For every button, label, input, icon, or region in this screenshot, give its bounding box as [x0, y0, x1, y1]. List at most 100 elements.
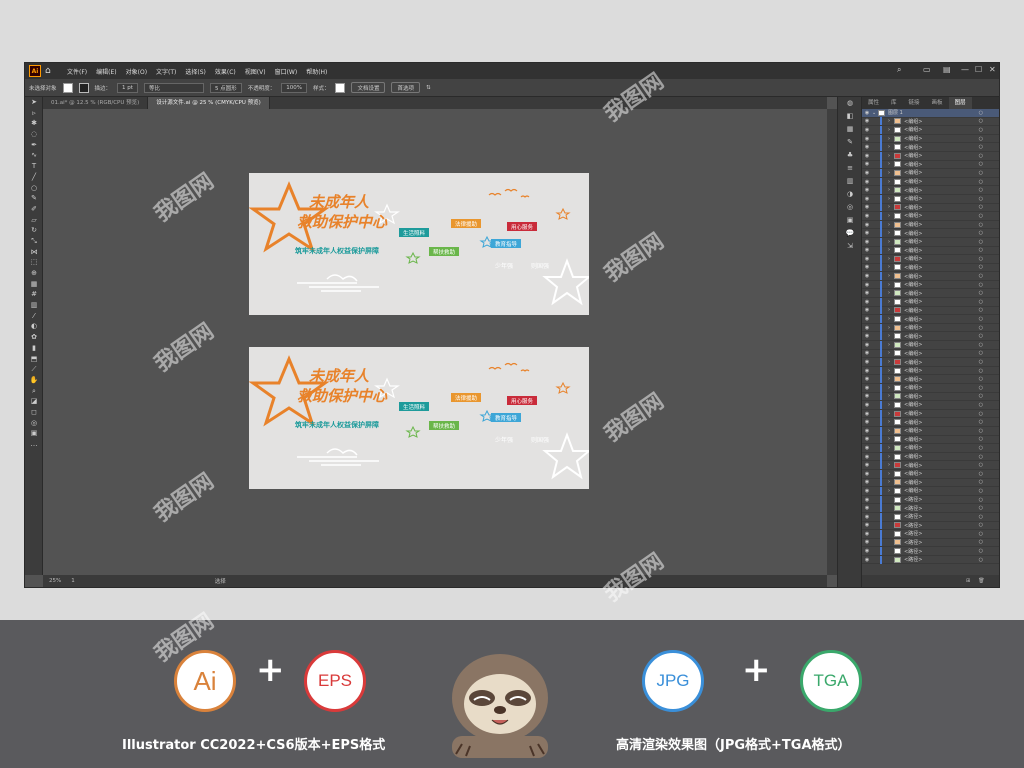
layer-row[interactable]: ◉ › <编组> ○ [862, 117, 999, 127]
canvas[interactable]: 未成年人 救助保护中心 筑牢未成年人权益保护屏障 生活照料 法律援助 用心服务 … [43, 109, 827, 575]
layer-row[interactable]: ◉ › <编组> ○ [862, 237, 999, 247]
visibility-eye-icon[interactable]: ◉ [862, 445, 872, 451]
layer-row[interactable]: ◉ › <编组> ○ [862, 469, 999, 479]
target-icon[interactable]: ○ [979, 419, 983, 425]
layer-row[interactable]: ◉ <路径> ○ [862, 555, 999, 565]
visibility-eye-icon[interactable]: ◉ [862, 436, 872, 442]
visibility-eye-icon[interactable]: ◉ [862, 264, 872, 270]
layer-row[interactable]: ◉ › <编组> ○ [862, 246, 999, 256]
layer-row[interactable]: ◉ <路径> ○ [862, 538, 999, 548]
mesh-tool-icon[interactable]: # [25, 289, 43, 300]
visibility-eye-icon[interactable]: ◉ [862, 471, 872, 477]
target-icon[interactable]: ○ [979, 462, 983, 468]
shape-builder-tool-icon[interactable]: ⊕ [25, 268, 43, 279]
visibility-eye-icon[interactable]: ◉ [862, 497, 872, 503]
target-icon[interactable]: ○ [979, 548, 983, 554]
visibility-eye-icon[interactable]: ◉ [862, 325, 872, 331]
layer-row[interactable]: ◉ › <编组> ○ [862, 297, 999, 307]
menu-file[interactable]: 文件(F) [67, 67, 87, 76]
slice-tool-icon[interactable]: ⟋ [25, 364, 43, 375]
tab-layers[interactable]: 图层 [948, 97, 972, 109]
layer-row[interactable]: ◉ › <编组> ○ [862, 349, 999, 359]
target-icon[interactable]: ○ [979, 290, 983, 296]
target-icon[interactable]: ○ [979, 161, 983, 167]
visibility-eye-icon[interactable]: ◉ [862, 273, 872, 279]
layer-row[interactable]: ◉ › <编组> ○ [862, 452, 999, 462]
layer-row[interactable]: ◉ › <编组> ○ [862, 280, 999, 290]
home-icon[interactable]: ⌂ [45, 66, 55, 76]
target-icon[interactable]: ○ [979, 522, 983, 528]
target-icon[interactable]: ○ [979, 196, 983, 202]
layer-row[interactable]: ◉ › <编组> ○ [862, 220, 999, 230]
new-layer-icon[interactable]: ⊞ [966, 578, 970, 584]
visibility-eye-icon[interactable]: ◉ [862, 539, 872, 545]
layer-row[interactable]: ◉ › <编组> ○ [862, 151, 999, 161]
target-icon[interactable]: ○ [979, 222, 983, 228]
layer-row[interactable]: ◉ › <编组> ○ [862, 392, 999, 402]
target-icon[interactable]: ○ [979, 307, 983, 313]
target-icon[interactable]: ○ [979, 471, 983, 477]
layer-row[interactable]: ◉ › <编组> ○ [862, 306, 999, 316]
maximize-icon[interactable]: ☐ [975, 65, 982, 74]
visibility-eye-icon[interactable]: ◉ [862, 196, 872, 202]
visibility-eye-icon[interactable]: ◉ [862, 290, 872, 296]
fill-swatch[interactable] [62, 82, 73, 93]
menu-type[interactable]: 文字(T) [156, 67, 176, 76]
edit-toolbar-icon[interactable]: … [25, 439, 43, 450]
target-icon[interactable]: ○ [979, 479, 983, 485]
color-mode-icon[interactable]: ◻ [25, 407, 43, 418]
layer-row[interactable]: ◉ › <编组> ○ [862, 426, 999, 436]
selection-tool-icon[interactable]: ➤ [25, 97, 43, 108]
visibility-eye-icon[interactable]: ◉ [862, 204, 872, 210]
target-icon[interactable]: ○ [979, 273, 983, 279]
target-icon[interactable]: ○ [979, 144, 983, 150]
target-icon[interactable]: ○ [979, 376, 983, 382]
visibility-eye-icon[interactable]: ◉ [862, 522, 872, 528]
layer-row[interactable]: ◉ <路径> ○ [862, 521, 999, 531]
visibility-eye-icon[interactable]: ◉ [862, 411, 872, 417]
magic-wand-tool-icon[interactable]: ✱ [25, 118, 43, 129]
visibility-eye-icon[interactable]: ◉ [862, 393, 872, 399]
visibility-eye-icon[interactable]: ◉ [862, 454, 872, 460]
layer-row[interactable]: ◉ › <编组> ○ [862, 143, 999, 152]
rotate-tool-icon[interactable]: ↻ [25, 225, 43, 236]
eyedropper-tool-icon[interactable]: ⁄ [25, 311, 43, 322]
menu-edit[interactable]: 编辑(E) [96, 67, 116, 76]
visibility-eye-icon[interactable]: ◉ [862, 144, 872, 150]
line-tool-icon[interactable]: ╱ [25, 172, 43, 183]
visibility-eye-icon[interactable]: ◉ [862, 359, 872, 365]
pen-tool-icon[interactable]: ✒ [25, 140, 43, 151]
stroke-swatch[interactable] [78, 82, 89, 93]
visibility-eye-icon[interactable]: ◉ [862, 488, 872, 494]
target-icon[interactable]: ○ [979, 385, 983, 391]
target-icon[interactable]: ○ [979, 368, 983, 374]
artboard-1[interactable]: 未成年人 救助保护中心 筑牢未成年人权益保护屏障 生活照料 法律援助 用心服务 … [249, 173, 589, 315]
tab-document-2[interactable]: 设计源文件.ai @ 25 % (CMYK/CPU 预览) [148, 97, 270, 109]
visibility-eye-icon[interactable]: ◉ [862, 110, 872, 116]
target-icon[interactable]: ○ [979, 256, 983, 262]
comments-icon[interactable]: 💬 [838, 227, 862, 240]
style-swatch[interactable] [335, 82, 346, 93]
visibility-eye-icon[interactable]: ◉ [862, 402, 872, 408]
visibility-eye-icon[interactable]: ◉ [862, 187, 872, 193]
target-icon[interactable]: ○ [979, 428, 983, 434]
export-icon[interactable]: ⇲ [838, 240, 862, 253]
visibility-eye-icon[interactable]: ◉ [862, 385, 872, 391]
target-icon[interactable]: ○ [979, 350, 983, 356]
target-icon[interactable]: ○ [979, 187, 983, 193]
layer-row[interactable]: ◉ › <编组> ○ [862, 323, 999, 333]
ellipse-tool-icon[interactable]: ○ [25, 183, 43, 194]
layer-row[interactable]: ◉ › <编组> ○ [862, 211, 999, 221]
layer-row[interactable]: ◉ › <编组> ○ [862, 400, 999, 410]
visibility-eye-icon[interactable]: ◉ [862, 170, 872, 176]
target-icon[interactable]: ○ [979, 230, 983, 236]
target-icon[interactable]: ○ [979, 153, 983, 159]
layer-row[interactable]: ◉ › <编组> ○ [862, 272, 999, 281]
symbols-icon[interactable]: ♣ [838, 149, 862, 162]
layer-row[interactable]: ◉ › <编组> ○ [862, 443, 999, 453]
perspective-grid-tool-icon[interactable]: ▦ [25, 279, 43, 290]
scale-tool-icon[interactable]: ⤡ [25, 236, 43, 247]
tab-links[interactable]: 链接 [903, 97, 926, 109]
layer-row[interactable]: ◉ › <编组> ○ [862, 186, 999, 195]
swatches-icon[interactable]: ▦ [838, 123, 862, 136]
